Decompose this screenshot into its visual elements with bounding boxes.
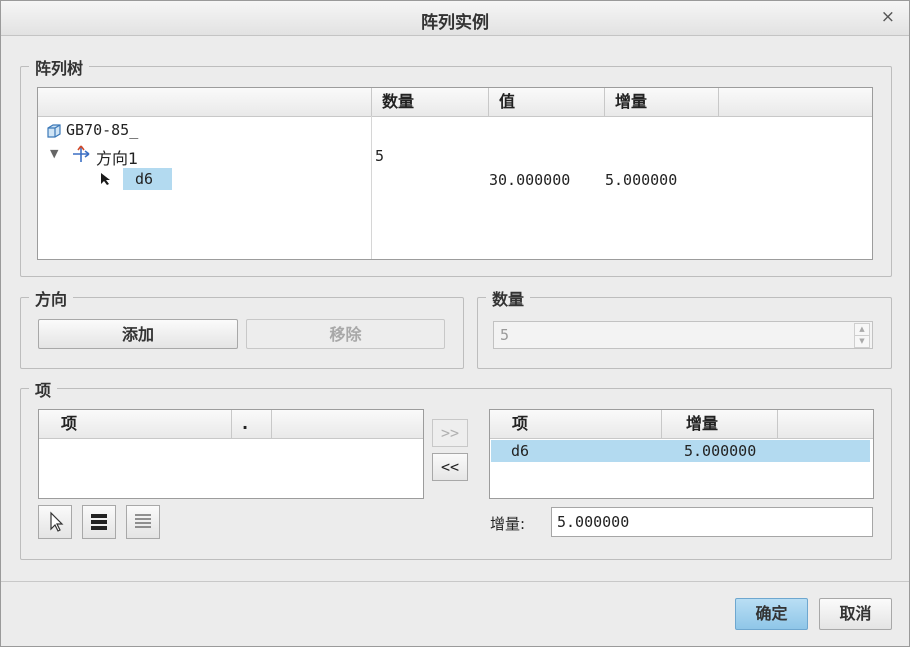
direction-icon <box>73 145 90 162</box>
column-header-spacer <box>271 410 423 438</box>
arrow-cursor-icon <box>101 173 110 185</box>
tree-node-direction-label: 方向1 <box>96 149 139 168</box>
tree-node-root-label: GB70-85_ <box>66 121 139 139</box>
dialog-title: 阵列实例 <box>421 13 489 33</box>
tree-node-root[interactable]: GB70-85_ <box>44 121 244 141</box>
tree-node-dimension-label: d6 <box>123 168 172 190</box>
tree-column-divider <box>371 116 372 259</box>
column-header-spacer <box>777 410 873 438</box>
count-value: 5 <box>500 326 510 344</box>
ok-button[interactable]: 确定 <box>735 598 808 630</box>
increment-input[interactable]: 5.000000 <box>551 507 873 537</box>
title-bar: 阵列实例 × <box>1 1 909 36</box>
column-header-dot[interactable]: . <box>231 410 271 438</box>
move-left-button[interactable]: << <box>432 453 468 481</box>
available-items-list[interactable]: 项 . <box>38 409 424 499</box>
footer-divider <box>1 581 909 582</box>
increment-label: 增量: <box>490 515 526 533</box>
cancel-button[interactable]: 取消 <box>819 598 892 630</box>
row-increment-cell: 5.000000 <box>684 442 757 460</box>
close-icon[interactable]: × <box>881 7 895 27</box>
column-header-increment[interactable]: 增量 <box>661 410 777 438</box>
column-header-item[interactable]: 项 <box>490 410 661 438</box>
available-list-header: 项 . <box>39 410 423 439</box>
part-icon <box>47 124 61 138</box>
direction-count-cell: 5 <box>375 147 385 165</box>
move-right-button[interactable]: >> <box>432 419 468 447</box>
table-row[interactable]: d6 5.000000 <box>491 440 870 462</box>
column-header-item[interactable]: 项 <box>39 410 231 438</box>
selected-items-list[interactable]: 项 增量 d6 5.000000 <box>489 409 874 499</box>
count-legend: 数量 <box>486 286 531 310</box>
pattern-tree-legend: 阵列树 <box>29 55 90 79</box>
column-header-count[interactable]: 数量 <box>371 88 488 116</box>
count-stepper[interactable]: 5 ▲ ▼ <box>493 321 873 349</box>
pattern-tree-table[interactable]: 数量 值 增量 GB70-85_ ▼ 方向1 5 d6 30.000000 5.… <box>37 87 873 260</box>
column-header-spacer <box>718 88 872 116</box>
tree-node-direction[interactable]: ▼ 方向1 <box>44 145 244 168</box>
row-item-cell: d6 <box>511 442 530 460</box>
filled-list-icon <box>91 514 107 530</box>
tree-header: 数量 值 增量 <box>38 88 872 117</box>
pattern-instance-dialog: 阵列实例 × 阵列树 数量 值 增量 GB70-85_ ▼ 方向1 5 d6 3… <box>0 0 910 647</box>
expand-triangle-icon[interactable]: ▼ <box>50 147 58 160</box>
items-legend: 项 <box>29 377 58 401</box>
outline-list-icon <box>135 514 151 528</box>
add-button[interactable]: 添加 <box>38 319 238 349</box>
selected-list-header: 项 增量 <box>490 410 873 439</box>
remove-button[interactable]: 移除 <box>246 319 445 349</box>
increment-input-value: 5.000000 <box>557 513 630 531</box>
direction-legend: 方向 <box>29 286 74 310</box>
dimension-value-cell: 30.000000 <box>489 171 571 189</box>
deselect-all-button[interactable] <box>126 505 160 539</box>
pointer-icon <box>50 511 64 532</box>
tree-node-dimension[interactable]: d6 <box>44 168 244 190</box>
select-all-button[interactable] <box>82 505 116 539</box>
column-header-value[interactable]: 值 <box>488 88 604 116</box>
select-tool-button[interactable] <box>38 505 72 539</box>
stepper-down-icon[interactable]: ▼ <box>854 335 870 348</box>
dimension-increment-cell: 5.000000 <box>605 171 678 189</box>
column-header-increment[interactable]: 增量 <box>604 88 718 116</box>
